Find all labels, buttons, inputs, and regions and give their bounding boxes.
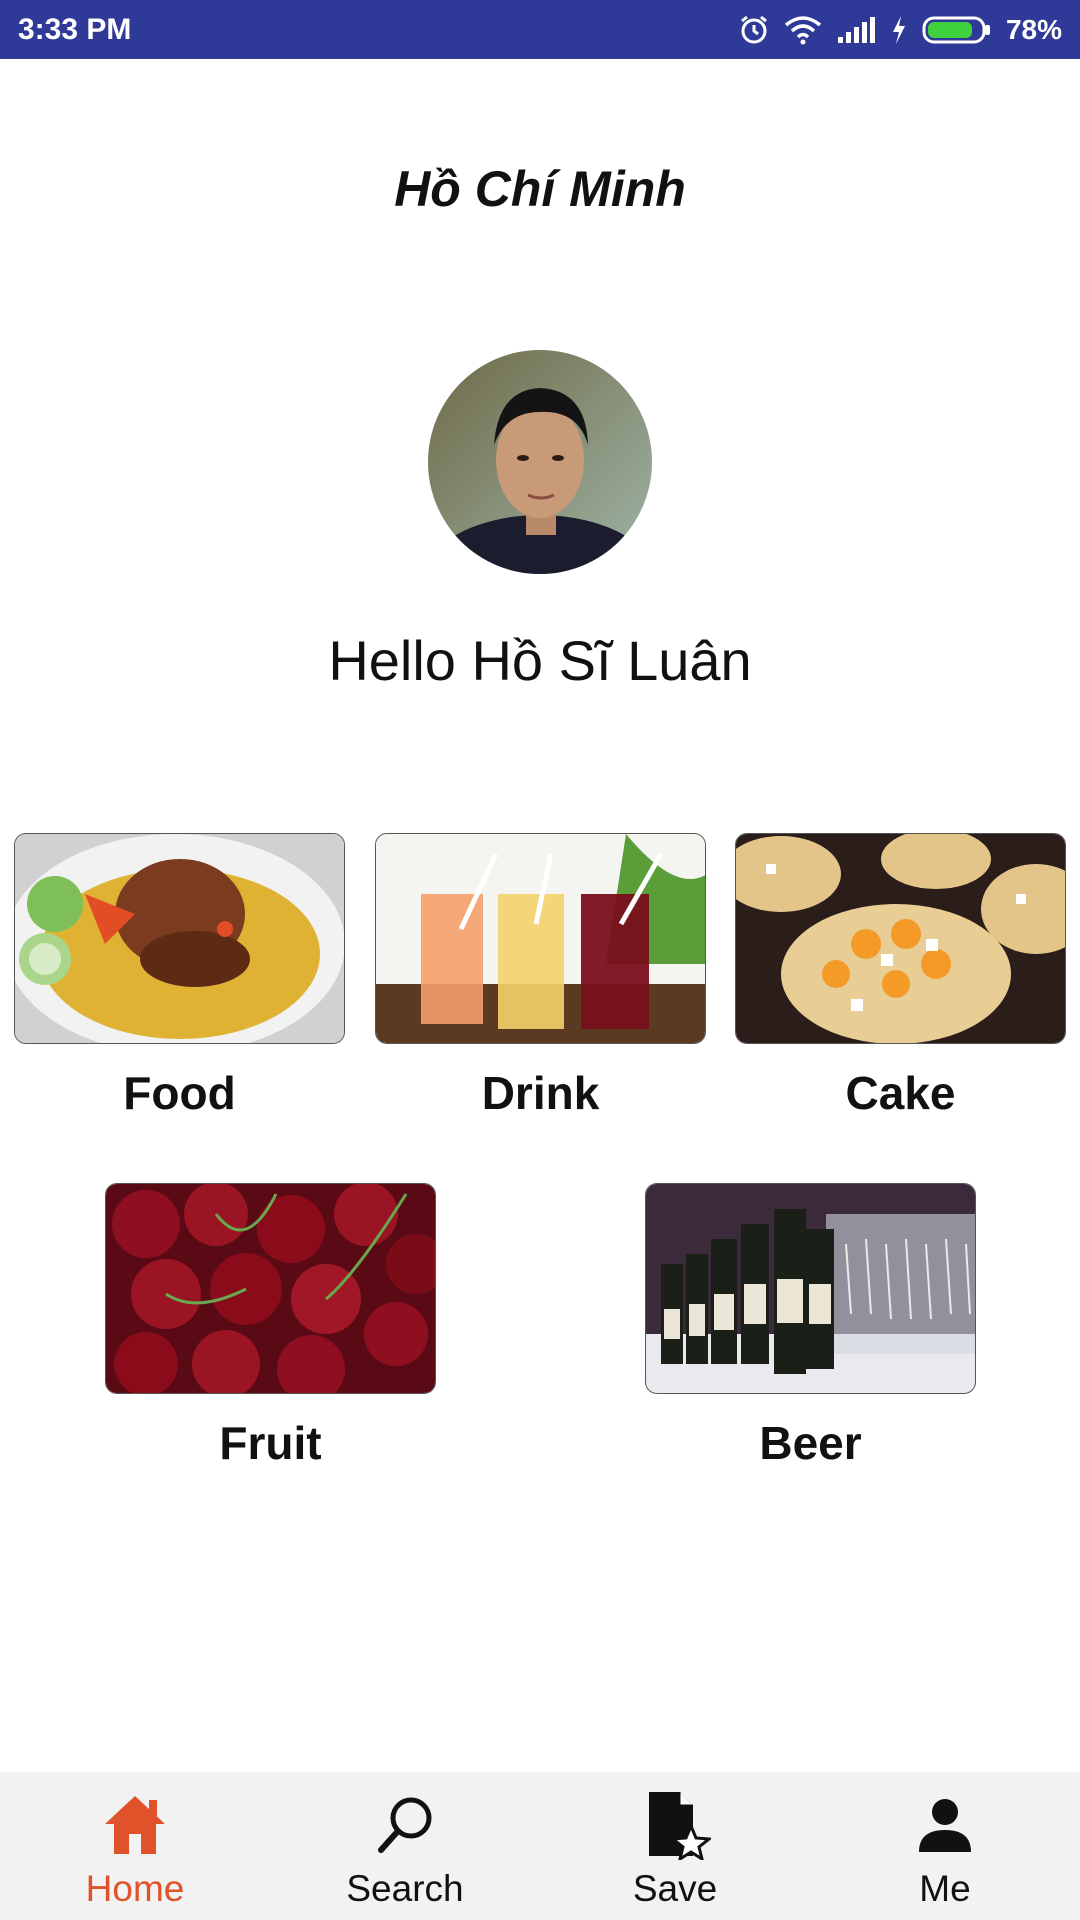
nav-save[interactable]: Save (540, 1772, 810, 1920)
category-label: Food (123, 1067, 236, 1119)
alarm-icon (741, 15, 767, 43)
greeting-text: Hello Hồ Sĩ Luân (328, 629, 752, 692)
drink-image (375, 833, 706, 1044)
person-icon (919, 1799, 971, 1852)
status-time: 3:33 PM (18, 12, 132, 46)
search-icon (378, 1797, 432, 1853)
category-drink[interactable]: Drink (375, 833, 706, 1120)
signal-icon (837, 16, 875, 43)
cake-image (735, 833, 1066, 1044)
battery-icon (922, 16, 990, 43)
nav-label: Home (85, 1868, 185, 1909)
save-document-icon (649, 1792, 711, 1860)
nav-home[interactable]: Home (0, 1772, 270, 1920)
category-label: Fruit (219, 1417, 322, 1469)
nav-label: Search (346, 1868, 464, 1909)
bottom-navigation: Home Search Save Me (0, 1772, 1080, 1920)
category-label: Beer (759, 1417, 862, 1469)
category-cake[interactable]: Cake (735, 833, 1066, 1120)
nav-label: Me (919, 1868, 971, 1909)
status-icons: 78% (738, 14, 1062, 46)
category-beer[interactable]: Beer (645, 1183, 976, 1470)
nav-label: Save (632, 1868, 718, 1909)
battery-percent: 78% (1005, 13, 1062, 45)
status-bar: 3:33 PM 78% (0, 0, 1080, 59)
avatar[interactable] (428, 350, 652, 574)
wifi-icon (784, 15, 822, 44)
beer-image (645, 1183, 976, 1394)
category-label: Cake (845, 1067, 956, 1119)
category-food[interactable]: Food (14, 833, 345, 1120)
location-title[interactable]: Hồ Chí Minh (0, 160, 1080, 218)
category-fruit[interactable]: Fruit (105, 1183, 436, 1470)
category-label: Drink (481, 1067, 600, 1119)
charging-icon (892, 15, 905, 44)
fruit-image (105, 1183, 436, 1394)
nav-search[interactable]: Search (270, 1772, 540, 1920)
home-icon (105, 1796, 165, 1854)
food-image (14, 833, 345, 1044)
nav-me[interactable]: Me (810, 1772, 1080, 1920)
